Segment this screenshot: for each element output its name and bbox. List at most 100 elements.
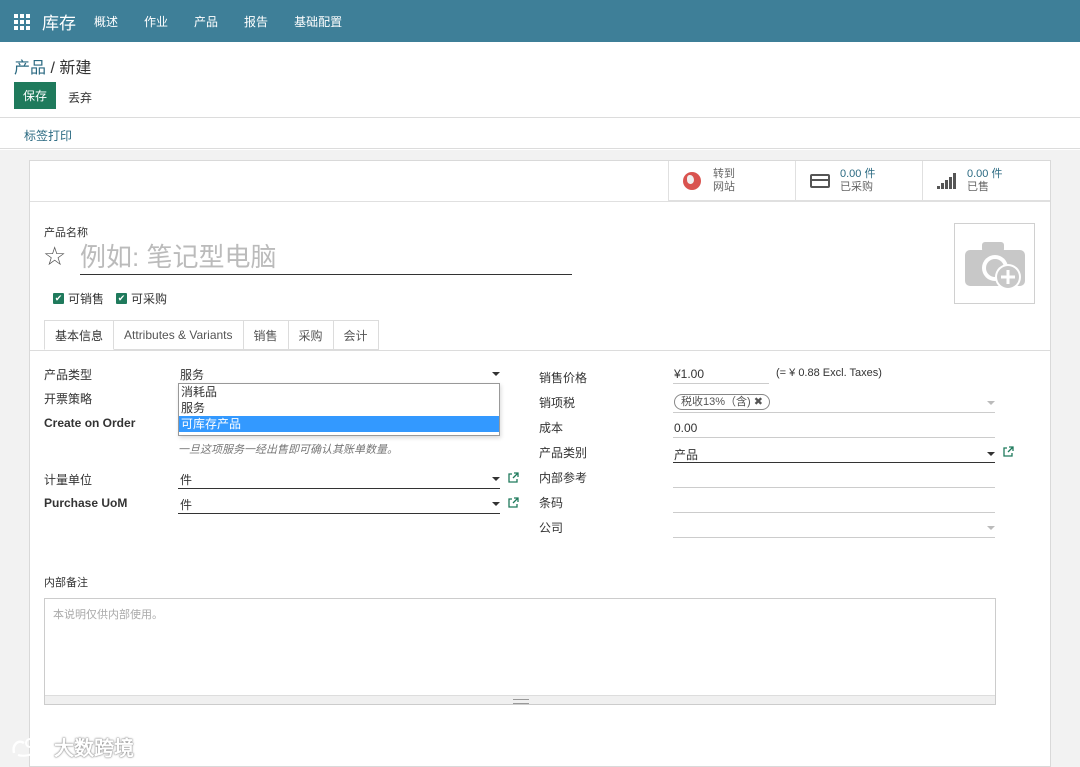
app-brand[interactable]: 库存 (42, 9, 76, 34)
tab-divider (30, 350, 1050, 351)
cost-label: 成本 (539, 421, 564, 435)
internal-notes-textarea[interactable]: 本说明仅供内部使用。 (44, 598, 996, 705)
sale-purchase-checkboxes: ✔ 可销售 ✔ 可采购 (53, 290, 179, 307)
internal-reference-input[interactable] (673, 487, 995, 488)
go-to-website-button[interactable]: 转到 网站 (669, 161, 796, 201)
uom-external-link-icon[interactable] (508, 472, 519, 483)
nav-products[interactable]: 产品 (194, 13, 218, 30)
sale-price-excl-taxes: (= ¥ 0.88 Excl. Taxes) (776, 367, 882, 379)
product-name-label: 产品名称 (44, 227, 88, 239)
purchased-value: 0.00 件 (840, 168, 876, 180)
website-line2: 网站 (713, 181, 735, 193)
textarea-resize-handle[interactable] (45, 695, 995, 704)
product-category-label: 产品类别 (539, 446, 588, 460)
product-image-upload[interactable] (954, 223, 1035, 304)
signal-bars-icon (937, 171, 957, 191)
nav-overview[interactable]: 概述 (94, 13, 118, 30)
breadcrumb-separator: / (46, 60, 60, 77)
tab-attributes-variants[interactable]: Attributes & Variants (114, 320, 244, 350)
company-label: 公司 (539, 521, 564, 535)
barcode-input[interactable] (673, 512, 995, 513)
sales-tax-underline (673, 412, 995, 413)
nav-reporting[interactable]: 报告 (244, 13, 268, 30)
can-be-purchased-checkbox[interactable]: ✔ (116, 293, 128, 304)
tab-accounting[interactable]: 会计 (333, 320, 379, 350)
purchased-label: 已采购 (840, 181, 873, 193)
top-navbar: 库存 概述 作业 产品 报告 基础配置 (0, 0, 1080, 42)
invoice-policy-label: 开票策略 (44, 392, 93, 406)
product-type-hint: 一旦这项服务一经出售即可确认其账单数量。 (178, 444, 398, 456)
product-type-options: 消耗品 服务 可库存产品 (178, 383, 500, 436)
cost-underline (673, 437, 995, 438)
globe-icon (683, 171, 703, 191)
breadcrumb: 产品 / 新建 (14, 54, 91, 78)
print-labels-button[interactable]: 标签打印 (24, 127, 72, 144)
nav-configuration[interactable]: 基础配置 (294, 13, 342, 30)
tab-sales[interactable]: 销售 (243, 320, 289, 350)
internal-reference-label: 内部参考 (539, 471, 588, 485)
option-storable[interactable]: 可库存产品 (179, 416, 499, 432)
uom-select[interactable]: 件 (180, 471, 192, 488)
sale-price-input[interactable]: ¥1.00 (674, 367, 704, 381)
option-consumable[interactable]: 消耗品 (179, 384, 499, 400)
tax-tag[interactable]: 税收13%（含) ✖ (674, 394, 770, 410)
sold-button[interactable]: 0.00 件 已售 (923, 161, 1050, 201)
apps-menu-icon[interactable] (14, 14, 30, 30)
tax-tag-label: 税收13%（含) (681, 396, 751, 408)
sales-tax-label: 销项税 (539, 396, 576, 410)
favorite-star-icon[interactable]: ☆ (43, 241, 66, 271)
status-bar: 标签打印 (0, 119, 1080, 149)
form-tabs: 基本信息 Attributes & Variants 销售 采购 会计 (44, 320, 379, 350)
purchase-uom-label: Purchase UoM (44, 496, 128, 510)
product-category-underline (673, 462, 995, 463)
product-category-select[interactable]: 产品 (674, 446, 698, 463)
can-be-sold-checkbox[interactable]: ✔ (53, 293, 64, 304)
product-category-external-link-icon[interactable] (1003, 446, 1014, 457)
company-select[interactable] (673, 537, 995, 538)
control-panel: 产品 / 新建 保存 丢弃 (0, 42, 1080, 118)
website-line1: 转到 (713, 168, 735, 180)
product-category-dropdown-icon[interactable] (987, 452, 995, 456)
camera-add-icon (965, 242, 1025, 290)
uom-dropdown-icon[interactable] (492, 477, 500, 481)
sale-price-underline (673, 383, 769, 384)
can-be-purchased-label: 可采购 (131, 292, 168, 306)
purchase-uom-dropdown-icon[interactable] (492, 502, 500, 506)
remove-tag-icon[interactable]: ✖ (754, 396, 763, 408)
sold-value: 0.00 件 (967, 168, 1003, 180)
purchased-button[interactable]: 0.00 件 已采购 (796, 161, 923, 201)
tab-general-info[interactable]: 基本信息 (44, 320, 115, 350)
barcode-label: 条码 (539, 496, 564, 510)
form-sheet: 转到 网站 0.00 件 已采购 0.00 件 已售 产品名称 ☆ 例如: 笔记… (29, 160, 1051, 767)
sales-tax-dropdown-icon[interactable] (987, 401, 995, 405)
can-be-sold-label: 可销售 (68, 292, 105, 306)
product-type-dropdown-icon[interactable] (492, 372, 500, 376)
cost-input[interactable]: 0.00 (674, 421, 697, 435)
watermark: 大数跨境 (10, 732, 134, 761)
uom-label: 计量单位 (44, 473, 93, 487)
nav-operations[interactable]: 作业 (144, 13, 168, 30)
tab-purchase[interactable]: 采购 (288, 320, 334, 350)
internal-notes-placeholder: 本说明仅供内部使用。 (53, 609, 163, 621)
save-button[interactable]: 保存 (14, 82, 56, 109)
uom-underline (178, 488, 500, 489)
purchase-uom-select[interactable]: 件 (180, 496, 192, 513)
watermark-logo (12, 737, 44, 757)
purchase-uom-external-link-icon[interactable] (508, 497, 519, 508)
credit-card-icon (810, 171, 830, 191)
breadcrumb-current: 新建 (59, 60, 92, 77)
create-on-order-label: Create on Order (44, 416, 136, 430)
breadcrumb-parent[interactable]: 产品 (14, 60, 46, 77)
watermark-text: 大数跨境 (54, 738, 134, 760)
button-box-divider (30, 201, 1050, 202)
option-service[interactable]: 服务 (179, 400, 499, 416)
product-type-select[interactable]: 服务 (180, 366, 204, 383)
product-type-label: 产品类型 (44, 368, 93, 382)
internal-notes-label: 内部备注 (44, 577, 88, 589)
purchase-uom-underline (178, 513, 500, 514)
discard-button[interactable]: 丢弃 (68, 89, 92, 106)
product-name-input[interactable] (80, 241, 572, 275)
sale-price-label: 销售价格 (539, 371, 588, 385)
company-dropdown-icon[interactable] (987, 526, 995, 530)
sold-label: 已售 (967, 181, 989, 193)
